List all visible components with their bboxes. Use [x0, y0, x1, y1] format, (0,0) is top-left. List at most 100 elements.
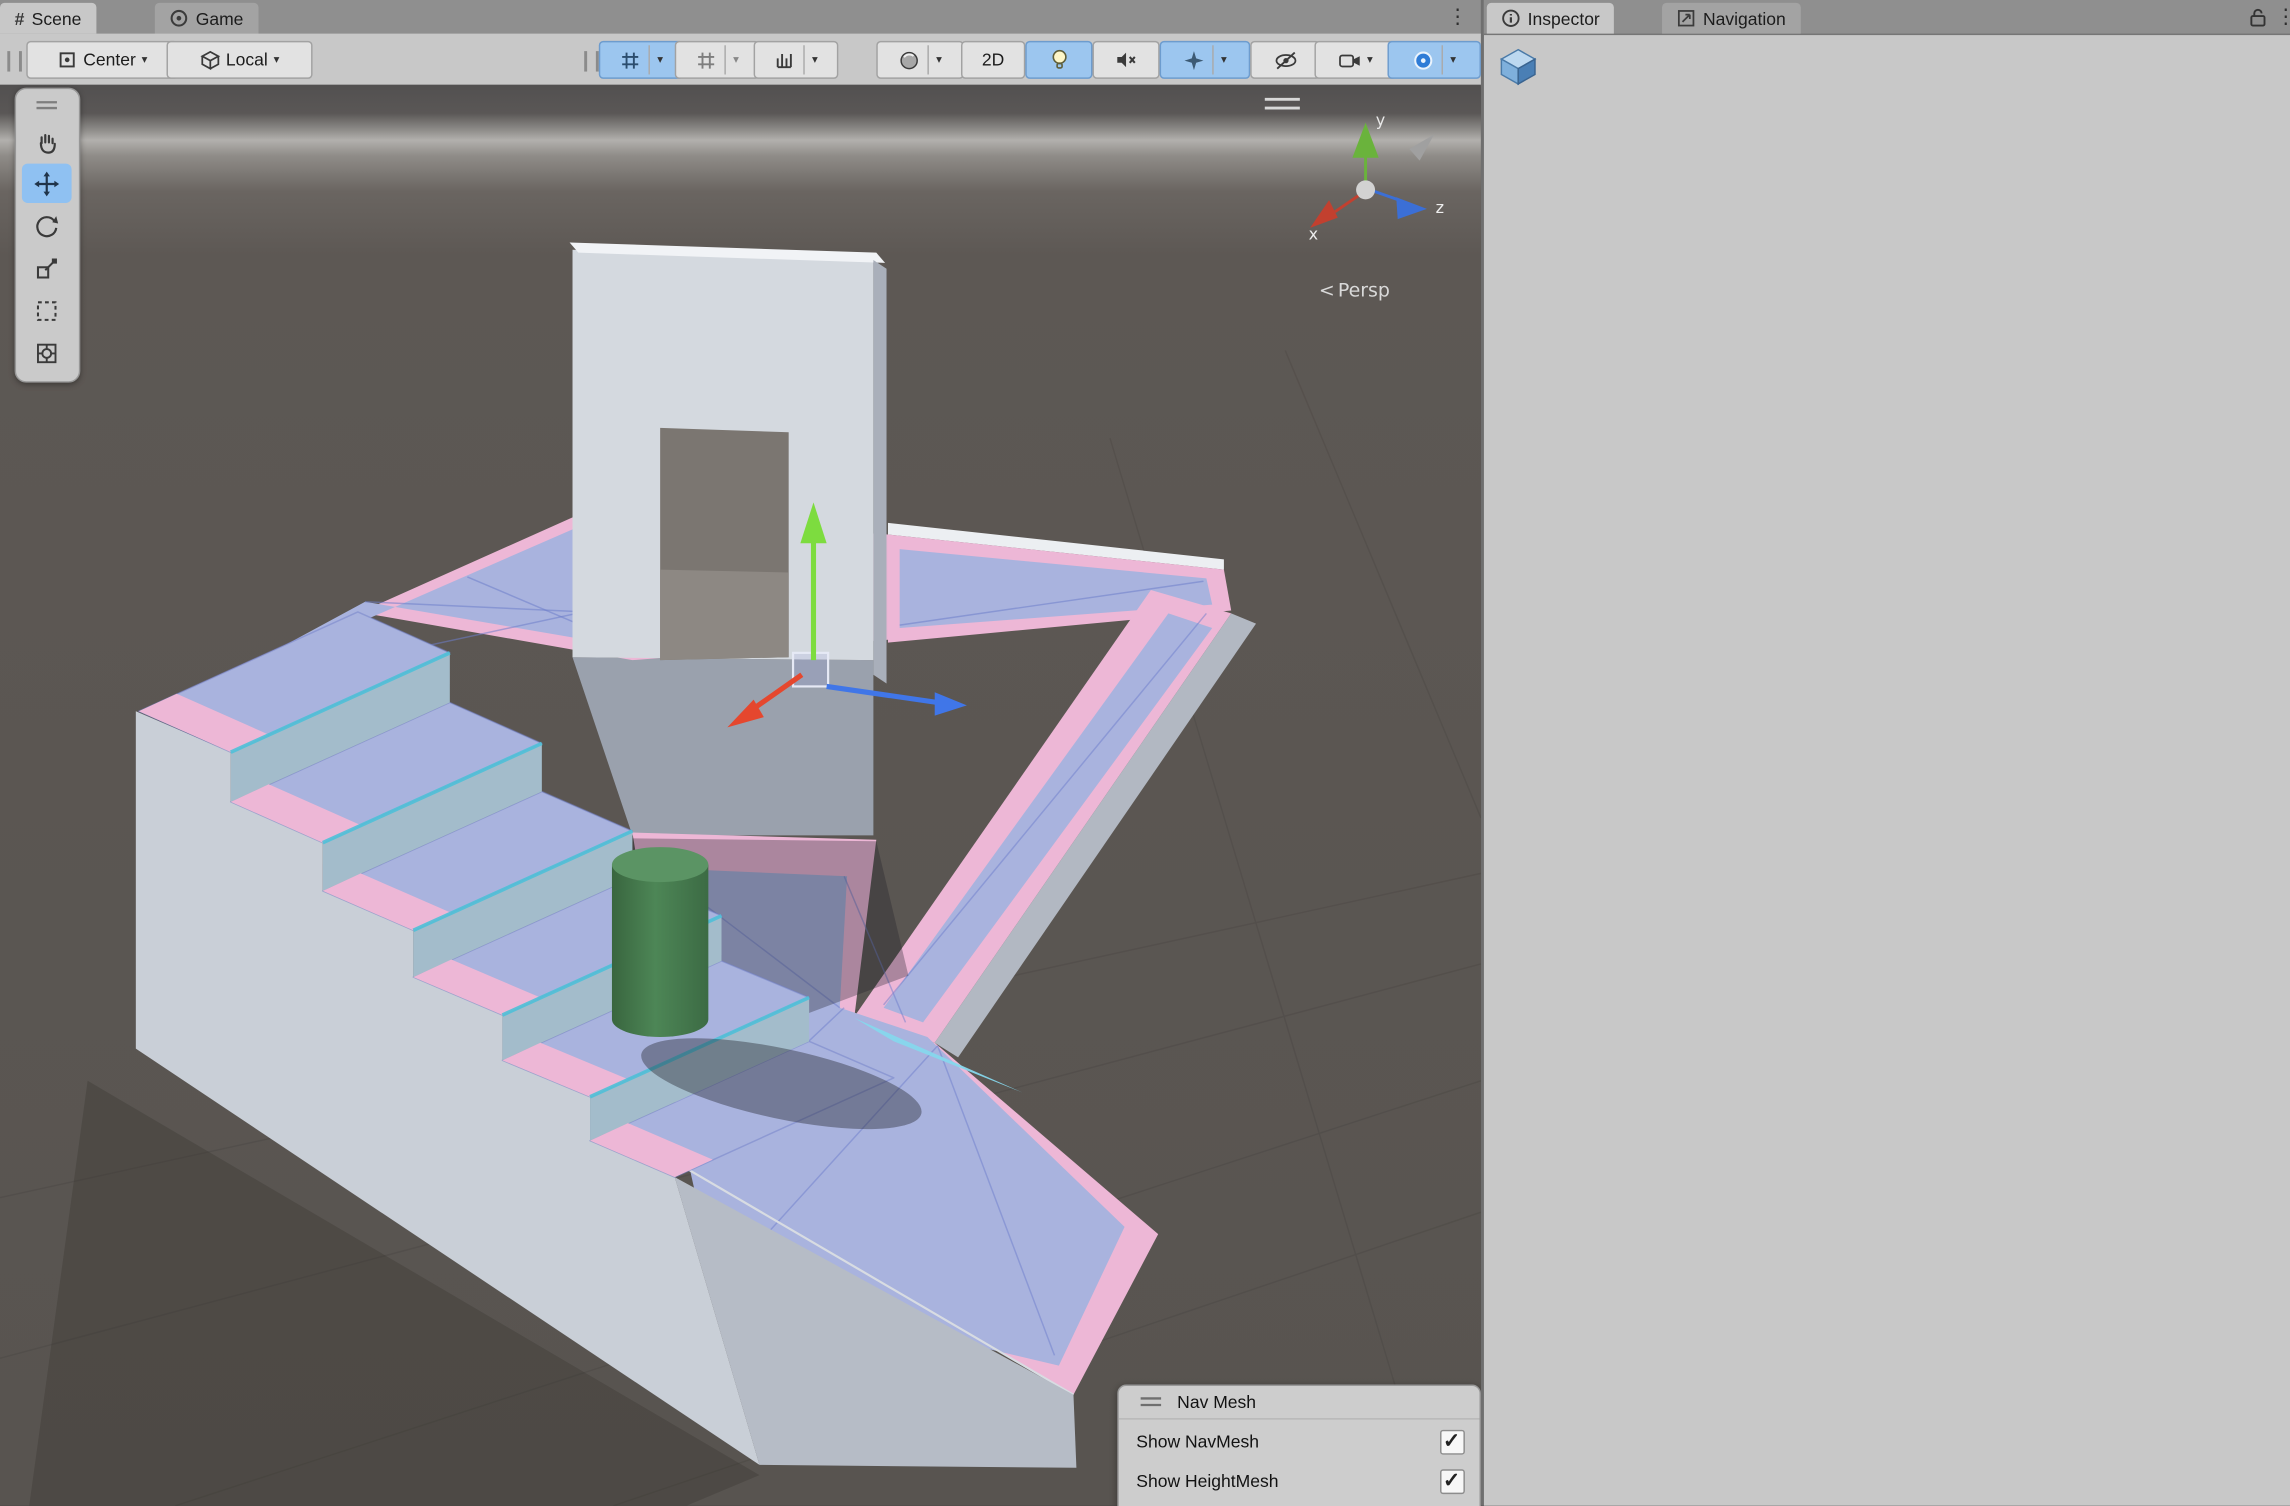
- game-icon: [169, 9, 188, 28]
- show-heightmesh-label: Show HeightMesh: [1136, 1471, 1278, 1491]
- axis-x-label: x: [1309, 225, 1319, 244]
- pivot-center-label: Center: [83, 50, 136, 70]
- eye-slash-icon: [1273, 49, 1298, 71]
- divider: [1441, 45, 1442, 74]
- gizmo-sphere-icon: [1412, 49, 1434, 71]
- scene-3d-render: y x z < Persp: [0, 85, 1481, 1506]
- grid-visibility-dropdown[interactable]: ▾: [599, 41, 684, 79]
- show-navmesh-checkbox[interactable]: [1440, 1430, 1465, 1455]
- gizmo-z-arrow[interactable]: [935, 692, 967, 715]
- inspector-panel: Inspector Navigation ⋮ Building B: [1484, 0, 2290, 1506]
- tools-overlay: [15, 88, 81, 383]
- rotation-local-label: Local: [226, 50, 268, 70]
- scene-tab-menu-icon[interactable]: ⋮: [1447, 4, 1467, 27]
- shaded-sphere-icon: [898, 49, 920, 71]
- divider: [724, 45, 725, 74]
- scene-viewport[interactable]: y x z < Persp: [0, 85, 1481, 1506]
- show-navmesh-label: Show NavMesh: [1136, 1431, 1259, 1451]
- divider: [803, 45, 804, 74]
- info-icon: [1501, 9, 1520, 28]
- rotate-icon: [34, 213, 60, 239]
- persp-label[interactable]: Persp: [1338, 279, 1390, 301]
- model-cube-icon: [1498, 47, 1537, 86]
- move-tool[interactable]: [22, 164, 72, 203]
- chevron-down-icon: ▾: [142, 54, 148, 66]
- overlay-collapsed-handle[interactable]: [1265, 99, 1300, 108]
- persp-chevron-icon[interactable]: <: [1319, 279, 1335, 301]
- toolbar-drag-handle-2[interactable]: [584, 51, 599, 71]
- rotation-local-dropdown[interactable]: Local ▾: [166, 41, 312, 79]
- axis-z-label: z: [1436, 198, 1444, 217]
- scale-tool[interactable]: [22, 248, 72, 287]
- transform-icon: [34, 340, 60, 366]
- 2d-label: 2D: [982, 50, 1004, 70]
- ruler-icon: [774, 49, 796, 71]
- grid-icon: [619, 49, 641, 71]
- tab-scene[interactable]: # Scene: [0, 3, 96, 34]
- pivot-icon: [57, 50, 77, 70]
- scene-camera-dropdown[interactable]: ▾: [1314, 41, 1396, 79]
- navigation-icon: [1677, 9, 1696, 28]
- local-cube-icon: [200, 50, 220, 70]
- tab-scene-label: Scene: [32, 8, 82, 28]
- tab-game[interactable]: Game: [155, 3, 258, 34]
- transform-tool[interactable]: [22, 333, 72, 372]
- rect-tool[interactable]: [22, 291, 72, 330]
- chevron-down-icon: ▾: [812, 54, 818, 66]
- navmesh-overlay-title: Nav Mesh: [1177, 1392, 1256, 1412]
- 2d-toggle-button[interactable]: 2D: [961, 41, 1025, 79]
- hand-icon: [34, 128, 60, 154]
- hand-tool[interactable]: [22, 121, 72, 160]
- scene-visibility-button[interactable]: [1250, 41, 1320, 79]
- rotate-tool[interactable]: [22, 206, 72, 245]
- axis-z-cone[interactable]: [1396, 197, 1427, 219]
- doorway-wall: [570, 242, 887, 683]
- tab-inspector-label: Inspector: [1528, 8, 1600, 28]
- scene-lighting-button[interactable]: [1025, 41, 1092, 79]
- scene-toolbar: Center ▾ Local ▾ ▾: [0, 34, 1481, 87]
- tab-game-label: Game: [196, 8, 244, 28]
- divider: [648, 45, 649, 74]
- navmesh-overlay-header[interactable]: Nav Mesh: [1119, 1386, 1480, 1420]
- chevron-down-icon: ▾: [733, 54, 739, 66]
- ramp-navmesh: [854, 590, 1256, 1057]
- scene-grid-icon: #: [15, 8, 25, 28]
- scene-audio-button[interactable]: [1092, 41, 1159, 79]
- camera-icon: [1338, 50, 1361, 69]
- tab-navigation[interactable]: Navigation: [1662, 3, 1800, 34]
- gizmos-dropdown[interactable]: ▾: [1387, 41, 1480, 79]
- audio-muted-icon: [1114, 50, 1137, 70]
- unity-editor: # Scene Game ⋮ Center ▾: [0, 0, 2290, 1506]
- effects-dropdown[interactable]: ▾: [1160, 41, 1251, 79]
- rect-icon: [34, 297, 60, 323]
- chevron-down-icon: ▾: [1221, 54, 1227, 66]
- tools-overlay-handle[interactable]: [22, 93, 72, 116]
- scale-icon: [34, 255, 60, 281]
- snap-increment-dropdown[interactable]: ▾: [754, 41, 839, 79]
- inspector-tabbar: Inspector Navigation ⋮: [1484, 0, 2290, 35]
- chevron-down-icon: ▾: [936, 54, 942, 66]
- chevron-down-icon: ▾: [657, 54, 663, 66]
- divider: [927, 45, 928, 74]
- orientation-gizmo[interactable]: y x z: [1309, 111, 1445, 244]
- show-heightmesh-checkbox[interactable]: [1440, 1469, 1465, 1494]
- lock-icon[interactable]: [2249, 7, 2267, 27]
- axis-neg-cone[interactable]: [1409, 134, 1434, 160]
- axis-y-cone[interactable]: [1352, 123, 1378, 158]
- light-bulb-icon: [1048, 48, 1070, 71]
- axis-y-label: y: [1376, 111, 1386, 130]
- pivot-center-dropdown[interactable]: Center ▾: [26, 41, 178, 79]
- inspector-menu-icon[interactable]: ⋮: [2275, 4, 2290, 27]
- scene-panel: # Scene Game ⋮ Center ▾: [0, 0, 1481, 1506]
- toolbar-drag-handle[interactable]: [7, 51, 22, 71]
- move-icon: [34, 170, 60, 196]
- grid-snap-dropdown[interactable]: ▾: [675, 41, 760, 79]
- chevron-down-icon: ▾: [1450, 54, 1456, 66]
- snap-grid-icon: [695, 49, 717, 71]
- tab-inspector[interactable]: Inspector: [1487, 3, 1615, 34]
- chevron-down-icon: ▾: [1367, 54, 1373, 66]
- chevron-down-icon: ▾: [274, 54, 280, 66]
- shading-mode-dropdown[interactable]: ▾: [876, 41, 964, 79]
- effects-star-icon: [1183, 49, 1205, 71]
- scene-tabbar: # Scene Game ⋮: [0, 0, 1481, 35]
